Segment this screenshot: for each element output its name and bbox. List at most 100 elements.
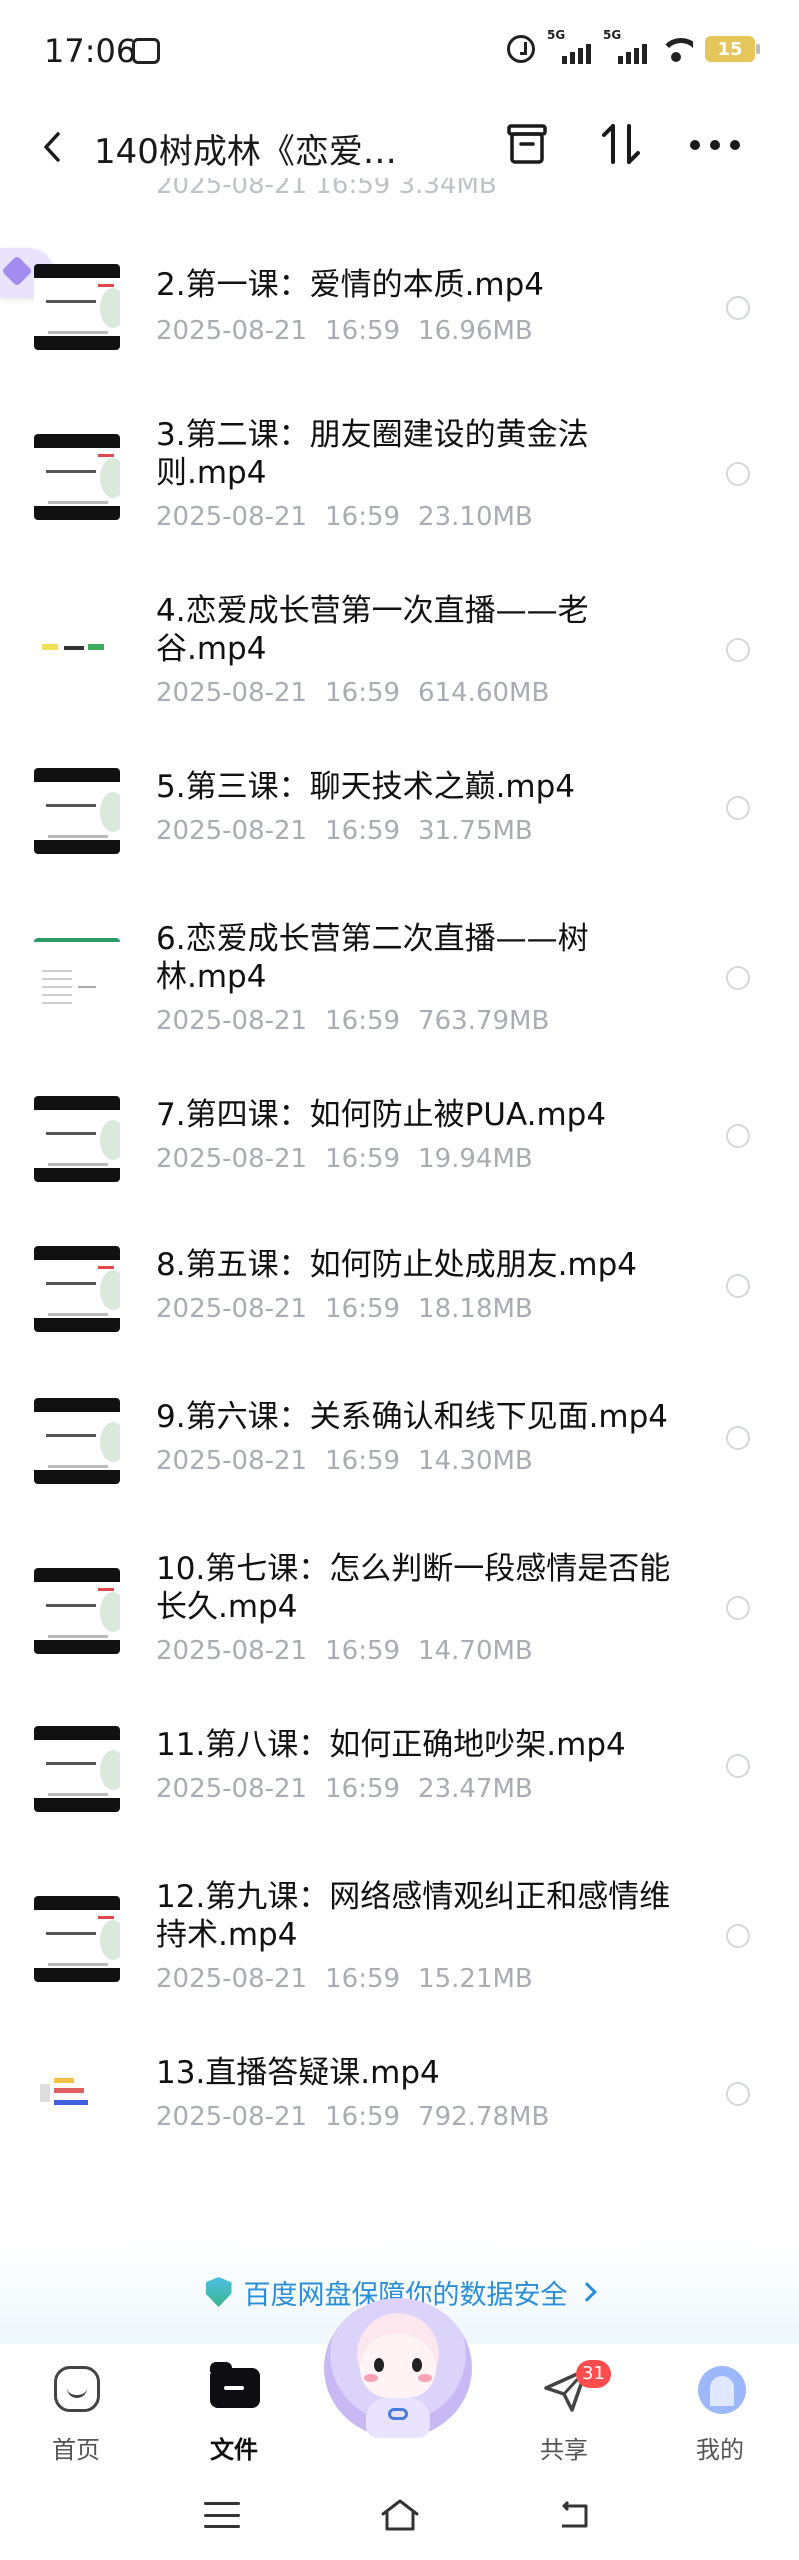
home-icon bbox=[54, 2366, 100, 2412]
status-indicators: 5G 5G 15 bbox=[507, 28, 760, 64]
system-home-icon[interactable] bbox=[380, 2498, 420, 2532]
file-meta: 2025-08-21 16:59 18.18MB bbox=[156, 1294, 533, 1324]
select-radio[interactable] bbox=[726, 796, 750, 820]
back-icon[interactable] bbox=[36, 130, 70, 164]
file-row[interactable]: 5.第三课：聊天技术之巅.mp4 2025-08-21 16:59 31.75MB bbox=[0, 768, 799, 908]
app-notification-icon bbox=[132, 38, 160, 64]
file-name: 3.第二课：朋友圈建设的黄金法则.mp4 bbox=[156, 417, 589, 491]
select-radio[interactable] bbox=[726, 2082, 750, 2106]
select-radio[interactable] bbox=[726, 1274, 750, 1298]
chevron-right-icon bbox=[576, 2282, 597, 2302]
file-name: 10.第七课：怎么判断一段感情是否能长久.mp4 bbox=[156, 1551, 671, 1625]
file-date: 2025-08-21 bbox=[156, 316, 308, 346]
status-time: 17:06 bbox=[44, 32, 137, 70]
file-row[interactable]: 8.第五课：如何防止处成朋友.mp4 2025-08-21 16:59 18.18M… bbox=[0, 1246, 799, 1386]
file-time: 16:59 bbox=[325, 1636, 401, 1666]
tab-share[interactable]: 31 共享 bbox=[504, 2360, 624, 2464]
signal-icon-2: 5G bbox=[603, 28, 647, 64]
file-date: 2025-08-21 bbox=[156, 1446, 308, 1476]
file-name: 12.第九课：网络感情观纠正和感情维持术.mp4 bbox=[156, 1879, 671, 1953]
video-thumbnail bbox=[34, 1896, 120, 1982]
file-row[interactable]: 7.第四课：如何防止被PUA.mp4 2025-08-21 16:59 19.94M… bbox=[0, 1096, 799, 1236]
tab-home[interactable]: 首页 bbox=[16, 2362, 136, 2464]
select-radio[interactable] bbox=[726, 1596, 750, 1620]
tab-files-label: 文件 bbox=[210, 2436, 258, 2464]
file-time: 16:59 bbox=[325, 1294, 401, 1324]
recent-apps-icon[interactable] bbox=[204, 2502, 240, 2528]
file-row[interactable]: 11.第八课：如何正确地吵架.mp4 2025-08-21 16:59 23.47M… bbox=[0, 1726, 799, 1866]
more-icon[interactable] bbox=[690, 140, 740, 152]
file-row[interactable]: 2.第一课：爱情的本质.mp4 2025-08-21 16:59 16.96MB bbox=[0, 250, 799, 400]
video-thumbnail bbox=[34, 938, 120, 1024]
file-time: 16:59 bbox=[325, 1144, 401, 1174]
file-time: 16:59 bbox=[325, 502, 401, 532]
battery-level: 15 bbox=[717, 38, 743, 60]
system-back-icon[interactable] bbox=[556, 2500, 592, 2530]
tab-files[interactable]: 文件 bbox=[174, 2362, 294, 2464]
file-row[interactable]: 4.恋爱成长营第一次直播——老谷.mp4 2025-08-21 16:59 614.… bbox=[0, 592, 799, 752]
file-size: 31.75MB bbox=[418, 816, 533, 846]
file-meta: 2025-08-21 16:59 763.79MB bbox=[156, 1006, 549, 1036]
file-meta: 2025-08-21 16:59 614.60MB bbox=[156, 678, 549, 708]
file-row[interactable]: 13.直播答疑课.mp4 2025-08-21 16:59 792.78MB bbox=[0, 2054, 799, 2194]
video-thumbnail bbox=[34, 264, 120, 350]
select-radio[interactable] bbox=[726, 966, 750, 990]
file-size: 15.21MB bbox=[418, 1964, 533, 1994]
file-row[interactable]: 3.第二课：朋友圈建设的黄金法则.mp4 2025-08-21 16:59 23.1… bbox=[0, 416, 799, 576]
mascot-assistant-button[interactable] bbox=[316, 2298, 480, 2458]
tab-me[interactable]: 我的 bbox=[660, 2362, 780, 2464]
folder-icon bbox=[210, 2362, 260, 2408]
alarm-icon bbox=[507, 35, 535, 63]
file-meta: 2025-08-21 16:59 31.75MB bbox=[156, 816, 533, 846]
tab-home-label: 首页 bbox=[52, 2436, 100, 2464]
file-date: 2025-08-21 bbox=[156, 816, 308, 846]
signal-icon: 5G bbox=[547, 28, 591, 64]
avatar bbox=[698, 2366, 746, 2414]
file-meta: 2025-08-21 16:59 14.30MB bbox=[156, 1446, 533, 1476]
select-radio[interactable] bbox=[726, 1124, 750, 1148]
video-thumbnail bbox=[34, 1246, 120, 1332]
share-badge: 31 bbox=[576, 2360, 611, 2388]
shield-icon bbox=[205, 2277, 232, 2307]
file-name: 13.直播答疑课.mp4 bbox=[156, 2055, 440, 2091]
file-name: 8.第五课：如何防止处成朋友.mp4 bbox=[156, 1247, 638, 1283]
file-name: 7.第四课：如何防止被PUA.mp4 bbox=[156, 1097, 607, 1133]
file-time: 16:59 bbox=[325, 316, 401, 346]
select-radio[interactable] bbox=[726, 1426, 750, 1450]
video-thumbnail bbox=[34, 2054, 120, 2140]
file-date: 2025-08-21 bbox=[156, 2102, 308, 2132]
file-date: 2025-08-21 bbox=[156, 1774, 308, 1804]
select-radio[interactable] bbox=[726, 462, 750, 486]
file-date: 2025-08-21 bbox=[156, 678, 308, 708]
file-size: 14.30MB bbox=[418, 1446, 533, 1476]
video-thumbnail bbox=[34, 768, 120, 854]
file-time: 16:59 bbox=[325, 1446, 401, 1476]
file-meta: 2025-08-21 16:59 792.78MB bbox=[156, 2102, 549, 2132]
network-type-label-2: 5G bbox=[603, 28, 622, 42]
select-radio[interactable] bbox=[726, 638, 750, 662]
file-meta: 2025-08-21 16:59 23.10MB bbox=[156, 502, 533, 532]
sort-icon[interactable] bbox=[600, 120, 642, 168]
tab-me-label: 我的 bbox=[696, 2436, 744, 2464]
battery-icon: 15 bbox=[705, 36, 760, 62]
file-time: 16:59 bbox=[325, 1964, 401, 1994]
select-radio[interactable] bbox=[726, 1754, 750, 1778]
file-time: 16:59 bbox=[325, 2102, 401, 2132]
select-radio[interactable] bbox=[726, 296, 750, 320]
archive-box-icon[interactable] bbox=[506, 122, 548, 166]
video-thumbnail bbox=[34, 434, 120, 520]
file-row[interactable]: 12.第九课：网络感情观纠正和感情维持术.mp4 2025-08-21 16:59… bbox=[0, 1878, 799, 2038]
bottom-tab-bar: 首页 文件 31 共享 我的 bbox=[0, 2298, 799, 2470]
file-row[interactable]: 10.第七课：怎么判断一段感情是否能长久.mp4 2025-08-21 16:59… bbox=[0, 1550, 799, 1710]
file-row[interactable]: 6.恋爱成长营第二次直播——树林.mp4 2025-08-21 16:59 763.… bbox=[0, 920, 799, 1080]
file-date: 2025-08-21 bbox=[156, 1144, 308, 1174]
file-meta: 2025-08-21 16:59 15.21MB bbox=[156, 1964, 533, 1994]
file-size: 23.47MB bbox=[418, 1774, 533, 1804]
file-size: 16.96MB bbox=[418, 316, 533, 346]
file-name: 11.第八课：如何正确地吵架.mp4 bbox=[156, 1727, 626, 1763]
file-size: 18.18MB bbox=[418, 1294, 533, 1324]
video-thumbnail bbox=[34, 610, 120, 696]
file-row[interactable]: 9.第六课：关系确认和线下见面.mp4 2025-08-21 16:59 14.30… bbox=[0, 1398, 799, 1538]
select-radio[interactable] bbox=[726, 1924, 750, 1948]
video-thumbnail bbox=[34, 1568, 120, 1654]
